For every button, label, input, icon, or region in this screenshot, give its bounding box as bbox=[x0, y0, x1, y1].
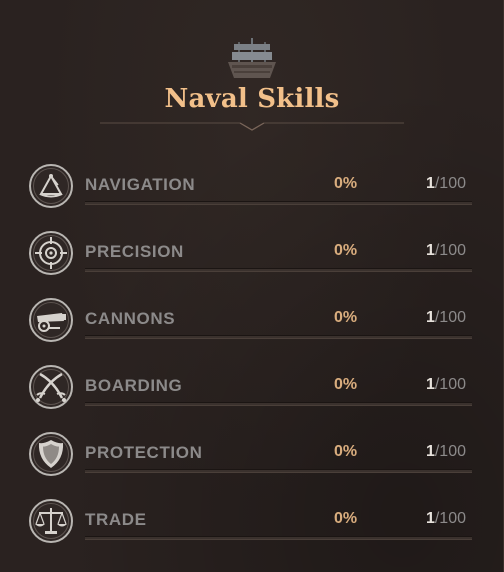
skill-name: PROTECTION bbox=[85, 443, 203, 462]
skill-level-max: /100 bbox=[434, 376, 466, 393]
skill-name: BOARDING bbox=[85, 376, 183, 395]
skill-percent: 0% bbox=[334, 175, 358, 192]
skill-row-boarding[interactable]: BOARDING 0% 1/100 bbox=[28, 364, 474, 412]
skill-level: 1/100 bbox=[426, 510, 466, 528]
skill-level-current: 1 bbox=[425, 510, 435, 527]
skill-level-current: 1 bbox=[425, 175, 435, 192]
skill-level-max: /100 bbox=[434, 443, 466, 460]
skill-progress-bar bbox=[85, 201, 472, 205]
skill-level: 1/100 bbox=[426, 443, 466, 461]
skill-level-current: 1 bbox=[425, 443, 435, 460]
skill-level-current: 1 bbox=[425, 309, 435, 326]
title-divider bbox=[100, 122, 404, 131]
skill-progress-bar bbox=[85, 402, 472, 406]
skill-progress-bar bbox=[85, 335, 472, 339]
crossed-swords-icon bbox=[29, 365, 73, 409]
skill-row-protection[interactable]: PROTECTION 0% 1/100 bbox=[28, 431, 474, 479]
skill-level-max: /100 bbox=[434, 175, 466, 192]
skill-level: 1/100 bbox=[426, 175, 466, 193]
skill-row-trade[interactable]: TRADE 0% 1/100 bbox=[28, 498, 474, 546]
skill-level-current: 1 bbox=[425, 376, 435, 393]
skill-row-precision[interactable]: PRECISION 0% 1/100 bbox=[28, 230, 474, 278]
skill-percent: 0% bbox=[334, 242, 358, 259]
skill-percent: 0% bbox=[334, 376, 358, 393]
sextant-icon bbox=[29, 164, 73, 208]
skill-name: NAVIGATION bbox=[85, 175, 196, 194]
skill-name: TRADE bbox=[85, 510, 147, 529]
ship-icon bbox=[228, 38, 276, 78]
scales-icon bbox=[29, 499, 73, 543]
cannon-icon bbox=[29, 298, 73, 342]
crosshair-icon bbox=[29, 231, 73, 275]
skill-level-max: /100 bbox=[434, 309, 466, 326]
skill-percent: 0% bbox=[334, 510, 358, 527]
skill-name: CANNONS bbox=[85, 309, 176, 328]
skill-level: 1/100 bbox=[426, 309, 466, 327]
skill-level: 1/100 bbox=[426, 376, 466, 394]
skill-level: 1/100 bbox=[426, 242, 466, 260]
page-title: Naval Skills bbox=[164, 84, 340, 114]
skill-percent: 0% bbox=[334, 443, 358, 460]
skill-progress-bar bbox=[85, 536, 472, 540]
shield-icon bbox=[29, 432, 73, 476]
skill-progress-bar bbox=[85, 469, 472, 473]
skill-row-cannons[interactable]: CANNONS 0% 1/100 bbox=[28, 297, 474, 345]
skill-level-max: /100 bbox=[434, 510, 466, 527]
naval-skills-panel: Naval Skills NAVIGATION 0% 1/100 PRECISI… bbox=[0, 0, 504, 572]
skill-progress-bar bbox=[85, 268, 472, 272]
skill-percent: 0% bbox=[334, 309, 358, 326]
skill-name: PRECISION bbox=[85, 242, 184, 261]
skill-row-navigation[interactable]: NAVIGATION 0% 1/100 bbox=[28, 163, 474, 211]
skill-level-current: 1 bbox=[425, 242, 435, 259]
skill-level-max: /100 bbox=[434, 242, 466, 259]
